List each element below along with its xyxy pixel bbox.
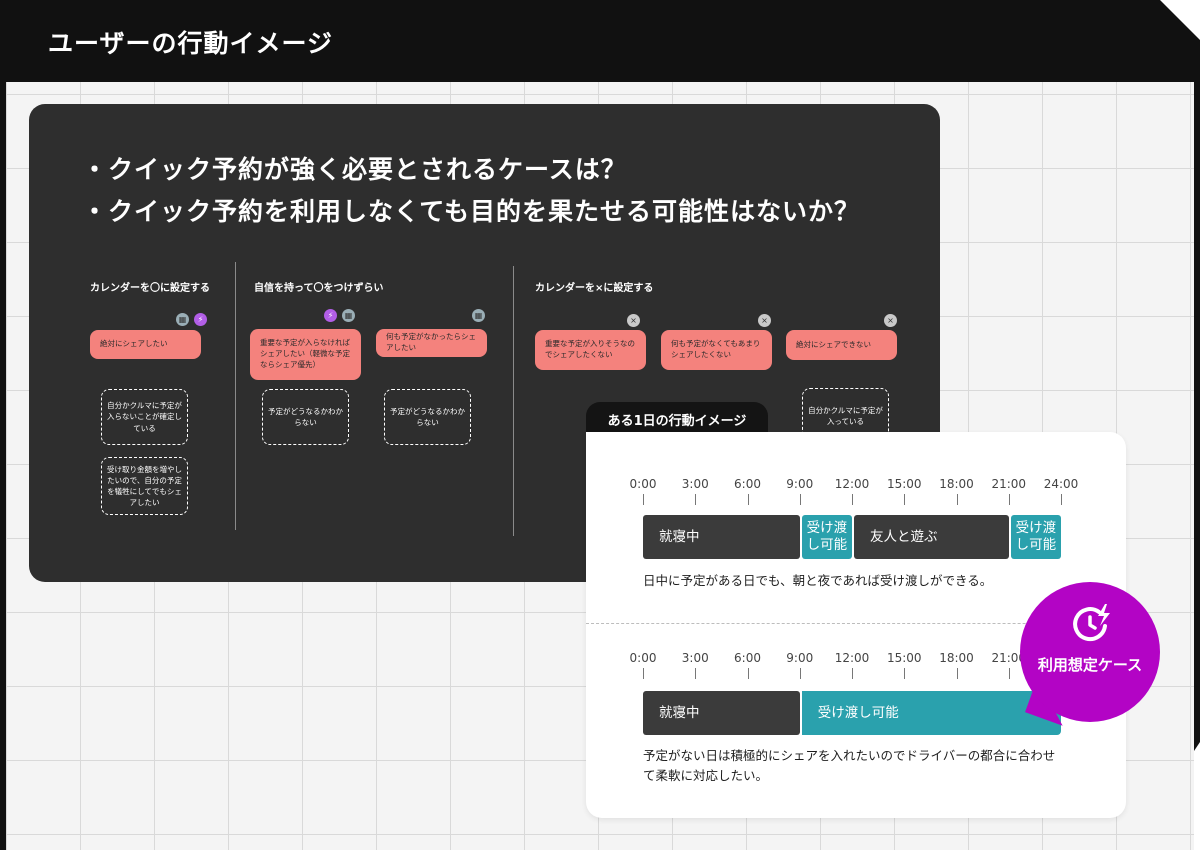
user-case-card: 重要な予定が入らなければシェアしたい（軽微な予定ならシェア優先） <box>250 329 361 380</box>
hour-label: 24:00 <box>1043 477 1079 491</box>
timeline-segment-available: 受け渡し可能 <box>801 515 852 559</box>
note-card: 受け取り金額を増やしたいので、自分の予定を犠牲にしてでもシェアしたい <box>101 457 188 515</box>
hour-tick <box>852 668 853 679</box>
timeline-tab: ある1日の行動イメージ <box>586 402 768 436</box>
cross-icon: × <box>884 314 897 327</box>
hour-label: 12:00 <box>834 651 870 665</box>
note-card: 自分かクルマに予定が入っている <box>802 388 889 436</box>
cross-icon: × <box>627 314 640 327</box>
hour-tick <box>695 668 697 679</box>
hour-tick <box>904 668 906 679</box>
column-heading: 自信を持って〇をつけずらい <box>254 283 384 294</box>
hour-label: 9:00 <box>786 651 814 665</box>
hour-tick <box>799 668 801 679</box>
timeline-description: 日中に予定がある日でも、朝と夜であれば受け渡しができる。 <box>643 573 993 588</box>
timeline-segment-available: 受け渡し可能 <box>1010 515 1061 559</box>
column-heading: カレンダーを×に設定する <box>535 283 654 294</box>
lightning-icon: ⚡ <box>194 313 207 326</box>
note-card: 自分かクルマに予定が入らないことが確定している <box>101 389 188 445</box>
hour-tick <box>904 494 906 505</box>
timeline-segment-sleep: 就寝中 <box>643 515 800 559</box>
column-divider <box>235 262 236 530</box>
hour-label: 9:00 <box>786 477 814 491</box>
hour-tick <box>1008 494 1010 505</box>
lightning-icon: ⚡ <box>324 309 337 322</box>
cross-icon: × <box>758 314 771 327</box>
page-title: ユーザーの行動イメージ <box>48 29 334 58</box>
hour-label: 18:00 <box>939 651 974 665</box>
hour-label: 3:00 <box>681 477 709 491</box>
hour-tick <box>747 494 749 505</box>
hour-label: 21:00 <box>991 477 1027 491</box>
question-1: ・クイック予約が強く必要とされるケースは？ <box>82 155 627 184</box>
user-case-card: 絶対にシェアしたい <box>90 330 201 359</box>
hour-label: 15:00 <box>886 477 922 491</box>
note-card: 予定がどうなるかわからない <box>262 389 349 445</box>
hour-label: 0:00 <box>629 477 657 491</box>
column-divider <box>513 266 514 536</box>
column-heading: カレンダーを〇に設定する <box>90 283 210 294</box>
note-card: 予定がどうなるかわからない <box>384 389 471 445</box>
hour-label: 3:00 <box>681 651 709 665</box>
hour-tick <box>956 494 958 505</box>
hour-label: 0:00 <box>629 651 657 665</box>
hour-tick <box>747 668 749 679</box>
title-bar: ユーザーの行動イメージ <box>0 0 1200 82</box>
hour-tick <box>852 494 853 505</box>
timeline-description: 予定がない日は積極的にシェアを入れたいのでドライバーの都合に合わせて柔軟に対応し… <box>643 748 1056 783</box>
user-case-card: 重要な予定が入りそうなのでシェアしたくない <box>535 330 646 370</box>
question-2: ・クイック予約を利用しなくても目的を果たせる可能性はないか？ <box>82 197 861 226</box>
calendar-icon: ▦ <box>176 313 189 326</box>
calendar-icon: ▦ <box>472 309 485 322</box>
timeline-segment-available: 受け渡し可能 <box>801 691 1061 735</box>
hour-tick <box>1008 668 1010 679</box>
hour-tick <box>1061 494 1062 505</box>
hour-tick <box>643 494 644 505</box>
hour-label: 15:00 <box>886 651 922 665</box>
timeline-segment-busy: 友人と遊ぶ <box>854 515 1009 559</box>
user-case-card: 何も予定がなかったらシェアしたい <box>376 329 487 357</box>
badge-label: 利用想定ケース <box>1037 656 1143 674</box>
hour-label: 6:00 <box>734 651 761 665</box>
timeline-segment-sleep: 就寝中 <box>643 691 800 735</box>
hour-tick <box>956 668 958 679</box>
calendar-icon: ▦ <box>342 309 355 322</box>
user-case-card: 何も予定がなくてもあまりシェアしたくない <box>661 330 772 370</box>
hour-tick <box>643 668 644 679</box>
hour-tick <box>695 494 697 505</box>
hour-tick <box>799 494 801 505</box>
clock-lightning-icon <box>1073 604 1110 642</box>
hour-label: 12:00 <box>834 477 870 491</box>
hour-label: 18:00 <box>939 477 974 491</box>
hour-label: 6:00 <box>734 477 761 491</box>
user-case-card: 絶対にシェアできない <box>786 330 897 360</box>
